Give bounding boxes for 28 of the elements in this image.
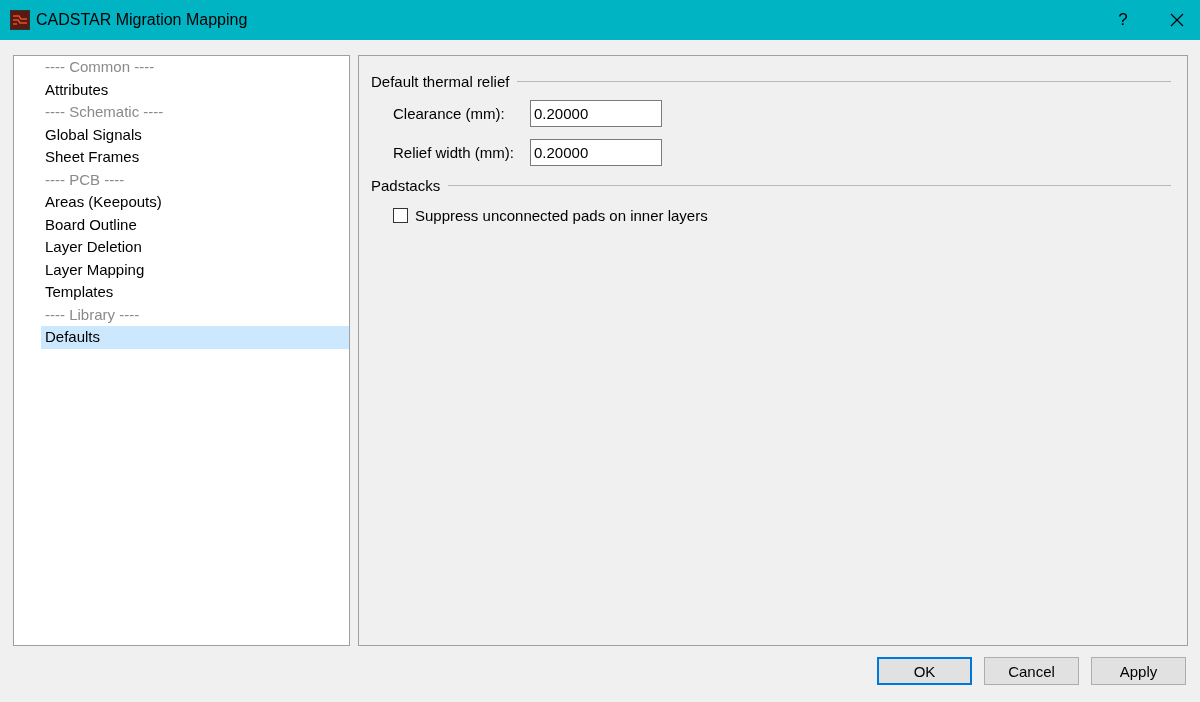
checkbox[interactable] [393,207,408,223]
list-item[interactable]: Layer Deletion [41,236,349,259]
window-title: CADSTAR Migration Mapping [36,11,249,29]
list-section-header: ---- Common ---- [44,57,156,77]
list-item[interactable]: Templates [41,281,349,304]
app-icon [10,10,30,30]
field-label: Clearance (mm): [393,105,506,122]
field-label: Relief width (mm): [393,144,515,161]
list-section-header: ---- Library ---- [44,304,141,325]
list-item[interactable]: Defaults [41,326,349,349]
input-field[interactable]: 0.20000 [530,100,662,127]
list-item[interactable]: Layer Mapping [41,258,349,281]
list-section-header: ---- PCB ---- [44,169,126,190]
group-title: Padstacks [371,176,441,194]
close-icon [1170,13,1184,27]
dialog-button[interactable]: Apply [1091,657,1186,685]
dialog-button[interactable]: Cancel [984,657,1079,685]
list-item[interactable]: Attributes [41,78,349,101]
list-item[interactable]: Global Signals [41,123,349,146]
list-section-header: ---- Schematic ---- [44,102,165,122]
help-button[interactable]: ? [1100,0,1146,40]
input-field[interactable]: 0.20000 [530,139,662,166]
list-item[interactable]: Sheet Frames [41,146,349,169]
list-item[interactable]: Areas (Keepouts) [41,191,349,214]
list-item[interactable]: Board Outline [41,213,349,236]
dialog-button[interactable]: OK [877,657,972,685]
group-title: Default thermal relief [371,72,510,90]
checkbox-label: Suppress unconnected pads on inner layers [415,206,708,224]
